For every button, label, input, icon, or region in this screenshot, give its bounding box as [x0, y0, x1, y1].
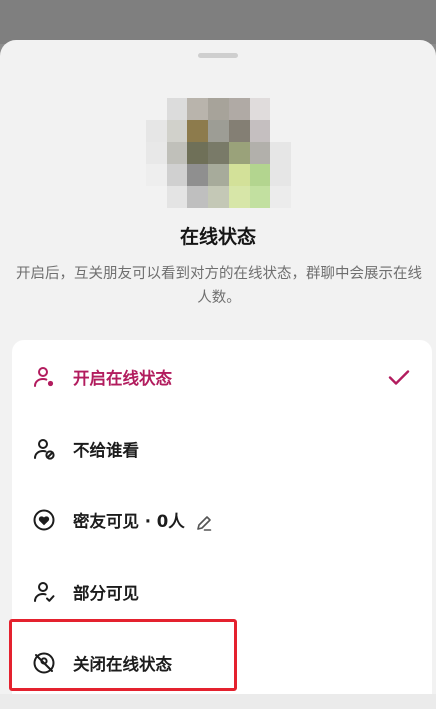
- avatar: [146, 98, 291, 208]
- user-check-icon: [32, 580, 56, 604]
- option-hide-from[interactable]: 不给谁看: [12, 419, 432, 479]
- heart-circle-icon: [32, 508, 56, 532]
- option-label: 不给谁看: [73, 441, 139, 460]
- option-label: 开启在线状态: [73, 369, 172, 388]
- bottom-edge: [0, 694, 436, 709]
- dimmed-background[interactable]: [0, 0, 436, 44]
- bottom-sheet: 在线状态 开启后，互关朋友可以看到对方的在线状态，群聊中会展示在线人数。 开启在…: [0, 40, 436, 709]
- option-label-group: 密友可见 · 0人: [73, 508, 213, 532]
- drag-handle[interactable]: [198, 53, 238, 58]
- option-close-friends-visible[interactable]: 密友可见 · 0人: [12, 490, 432, 550]
- option-enable-online-status[interactable]: 开启在线状态: [12, 347, 432, 407]
- page-title: 在线状态: [179, 226, 256, 248]
- description-text: 开启后，互关朋友可以看到对方的在线状态，群聊中会展示在线人数。: [16, 266, 422, 306]
- edit-pencil-icon[interactable]: [195, 514, 213, 532]
- checkmark-icon: [386, 364, 412, 390]
- option-partially-visible[interactable]: 部分可见: [12, 562, 432, 622]
- user-online-icon: [32, 365, 56, 389]
- highlight-box: [9, 619, 237, 691]
- option-label: 部分可见: [73, 584, 139, 603]
- option-label: 密友可见 · 0人: [73, 512, 185, 531]
- user-blocked-icon: [32, 437, 56, 461]
